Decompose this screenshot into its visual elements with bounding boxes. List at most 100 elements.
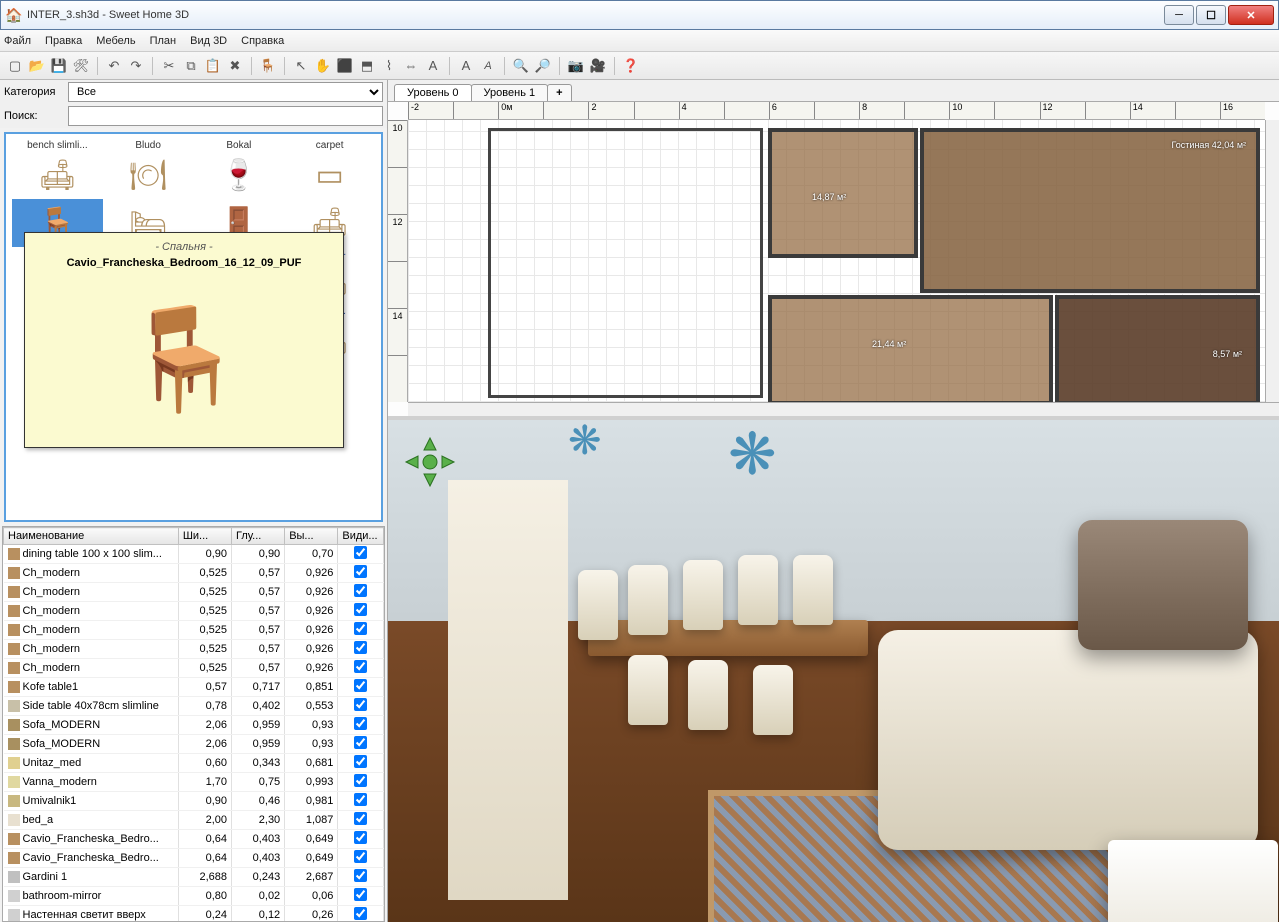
menu-help[interactable]: Справка bbox=[241, 35, 284, 47]
select-icon[interactable]: ↖ bbox=[292, 57, 310, 75]
catalog-item[interactable]: carpet▭ bbox=[284, 140, 375, 199]
delete-icon[interactable]: ✖ bbox=[226, 57, 244, 75]
create-photo-icon[interactable]: 📷 bbox=[567, 57, 585, 75]
tab-level-1[interactable]: Уровень 1 bbox=[471, 84, 549, 101]
visibility-checkbox[interactable] bbox=[354, 660, 367, 673]
close-button[interactable]: ✕ bbox=[1228, 5, 1274, 25]
plan-canvas[interactable]: 14,87 м² Гостиная 42,04 м² 21,44 м² 8,57… bbox=[408, 120, 1265, 402]
visibility-checkbox[interactable] bbox=[354, 812, 367, 825]
column-header[interactable]: Вы... bbox=[285, 528, 338, 545]
visibility-checkbox[interactable] bbox=[354, 907, 367, 920]
table-row[interactable]: dining table 100 x 100 slim...0,900,900,… bbox=[4, 545, 384, 564]
maximize-button[interactable]: ☐ bbox=[1196, 5, 1226, 25]
category-select[interactable]: Все bbox=[68, 82, 383, 102]
zoom-in-icon[interactable]: 🔎 bbox=[534, 57, 552, 75]
preferences-icon[interactable]: 🛠 bbox=[72, 57, 90, 75]
visibility-checkbox[interactable] bbox=[354, 679, 367, 692]
save-icon[interactable]: 💾 bbox=[50, 57, 68, 75]
plan-view[interactable]: Уровень 0 Уровень 1 + 🔒 -20м246810121416… bbox=[388, 80, 1279, 420]
table-row[interactable]: Cavio_Francheska_Bedro...0,640,4030,649 bbox=[4, 849, 384, 868]
visibility-checkbox[interactable] bbox=[354, 736, 367, 749]
visibility-checkbox[interactable] bbox=[354, 603, 367, 616]
column-header[interactable]: Наименование bbox=[4, 528, 179, 545]
menu-file[interactable]: Файл bbox=[4, 35, 31, 47]
visibility-checkbox[interactable] bbox=[354, 831, 367, 844]
table-row[interactable]: Настенная светит вверх0,240,120,26 bbox=[4, 906, 384, 922]
redo-icon[interactable]: ↷ bbox=[127, 57, 145, 75]
create-text-icon[interactable]: A bbox=[424, 57, 442, 75]
visibility-checkbox[interactable] bbox=[354, 565, 367, 578]
column-header[interactable]: Види... bbox=[338, 528, 384, 545]
table-row[interactable]: Umivalnik10,900,460,981 bbox=[4, 792, 384, 811]
visibility-checkbox[interactable] bbox=[354, 584, 367, 597]
column-header[interactable]: Глу... bbox=[232, 528, 285, 545]
plan-scrollbar-h[interactable] bbox=[408, 402, 1279, 416]
room-outline[interactable] bbox=[488, 128, 763, 398]
copy-icon[interactable]: ⧉ bbox=[182, 57, 200, 75]
navigation-arrows[interactable] bbox=[402, 434, 458, 490]
visibility-checkbox[interactable] bbox=[354, 755, 367, 768]
table-row[interactable]: Sofa_MODERN2,060,9590,93 bbox=[4, 716, 384, 735]
room[interactable]: 14,87 м² bbox=[768, 128, 918, 258]
table-row[interactable]: Ch_modern0,5250,570,926 bbox=[4, 583, 384, 602]
visibility-checkbox[interactable] bbox=[354, 622, 367, 635]
visibility-checkbox[interactable] bbox=[354, 717, 367, 730]
create-rooms-icon[interactable]: ⬒ bbox=[358, 57, 376, 75]
italic-icon[interactable]: A bbox=[479, 57, 497, 75]
minimize-button[interactable]: ─ bbox=[1164, 5, 1194, 25]
plan-scrollbar-v[interactable] bbox=[1265, 120, 1279, 402]
table-row[interactable]: Ch_modern0,5250,570,926 bbox=[4, 659, 384, 678]
open-icon[interactable]: 📂 bbox=[28, 57, 46, 75]
table-row[interactable]: Side table 40x78cm slimline0,780,4020,55… bbox=[4, 697, 384, 716]
create-polylines-icon[interactable]: ⌇ bbox=[380, 57, 398, 75]
visibility-checkbox[interactable] bbox=[354, 888, 367, 901]
paste-icon[interactable]: 📋 bbox=[204, 57, 222, 75]
bold-icon[interactable]: A bbox=[457, 57, 475, 75]
table-row[interactable]: Sofa_MODERN2,060,9590,93 bbox=[4, 735, 384, 754]
create-video-icon[interactable]: 🎥 bbox=[589, 57, 607, 75]
pan-icon[interactable]: ✋ bbox=[314, 57, 332, 75]
catalog-item[interactable]: Bokal🍷 bbox=[194, 140, 285, 199]
room[interactable]: 21,44 м² bbox=[768, 295, 1053, 405]
zoom-out-icon[interactable]: 🔍 bbox=[512, 57, 530, 75]
table-row[interactable]: Kofe table10,570,7170,851 bbox=[4, 678, 384, 697]
visibility-checkbox[interactable] bbox=[354, 774, 367, 787]
catalog-item[interactable]: Bludo🍽 bbox=[103, 140, 194, 199]
furniture-list[interactable]: НаименованиеШи...Глу...Вы...Види... dini… bbox=[2, 526, 385, 922]
table-row[interactable]: Ch_modern0,5250,570,926 bbox=[4, 564, 384, 583]
visibility-checkbox[interactable] bbox=[354, 869, 367, 882]
cut-icon[interactable]: ✂ bbox=[160, 57, 178, 75]
help-icon[interactable]: ❓ bbox=[622, 57, 640, 75]
visibility-checkbox[interactable] bbox=[354, 850, 367, 863]
menu-edit[interactable]: Правка bbox=[45, 35, 82, 47]
room-living[interactable]: Гостиная 42,04 м² bbox=[920, 128, 1260, 293]
view-3d[interactable]: ❋ ❋ bbox=[388, 420, 1279, 922]
new-icon[interactable]: ▢ bbox=[6, 57, 24, 75]
table-row[interactable]: bed_a2,002,301,087 bbox=[4, 811, 384, 830]
create-walls-icon[interactable]: ⬛ bbox=[336, 57, 354, 75]
table-row[interactable]: Gardini 12,6880,2432,687 bbox=[4, 868, 384, 887]
visibility-checkbox[interactable] bbox=[354, 641, 367, 654]
undo-icon[interactable]: ↶ bbox=[105, 57, 123, 75]
search-input[interactable] bbox=[68, 106, 383, 126]
menu-furniture[interactable]: Мебель bbox=[96, 35, 135, 47]
catalog-item[interactable]: bench slimli...🛋 bbox=[12, 140, 103, 199]
table-row[interactable]: Ch_modern0,5250,570,926 bbox=[4, 621, 384, 640]
table-row[interactable]: Ch_modern0,5250,570,926 bbox=[4, 640, 384, 659]
add-level-button[interactable]: + bbox=[547, 84, 571, 101]
visibility-checkbox[interactable] bbox=[354, 546, 367, 559]
table-row[interactable]: Unitaz_med0,600,3430,681 bbox=[4, 754, 384, 773]
menu-plan[interactable]: План bbox=[150, 35, 177, 47]
column-header[interactable]: Ши... bbox=[178, 528, 231, 545]
room[interactable]: 8,57 м² bbox=[1055, 295, 1260, 405]
table-row[interactable]: Vanna_modern1,700,750,993 bbox=[4, 773, 384, 792]
table-row[interactable]: bathroom-mirror0,800,020,06 bbox=[4, 887, 384, 906]
add-furniture-icon[interactable]: 🪑 bbox=[259, 57, 277, 75]
furniture-catalog[interactable]: bench slimli...🛋Bludo🍽Bokal🍷carpet▭🪑Ca..… bbox=[4, 132, 383, 522]
visibility-checkbox[interactable] bbox=[354, 698, 367, 711]
table-row[interactable]: Cavio_Francheska_Bedro...0,640,4030,649 bbox=[4, 830, 384, 849]
table-row[interactable]: Ch_modern0,5250,570,926 bbox=[4, 602, 384, 621]
menu-view3d[interactable]: Вид 3D bbox=[190, 35, 227, 47]
visibility-checkbox[interactable] bbox=[354, 793, 367, 806]
create-dimensions-icon[interactable]: ⇔ bbox=[402, 57, 420, 75]
